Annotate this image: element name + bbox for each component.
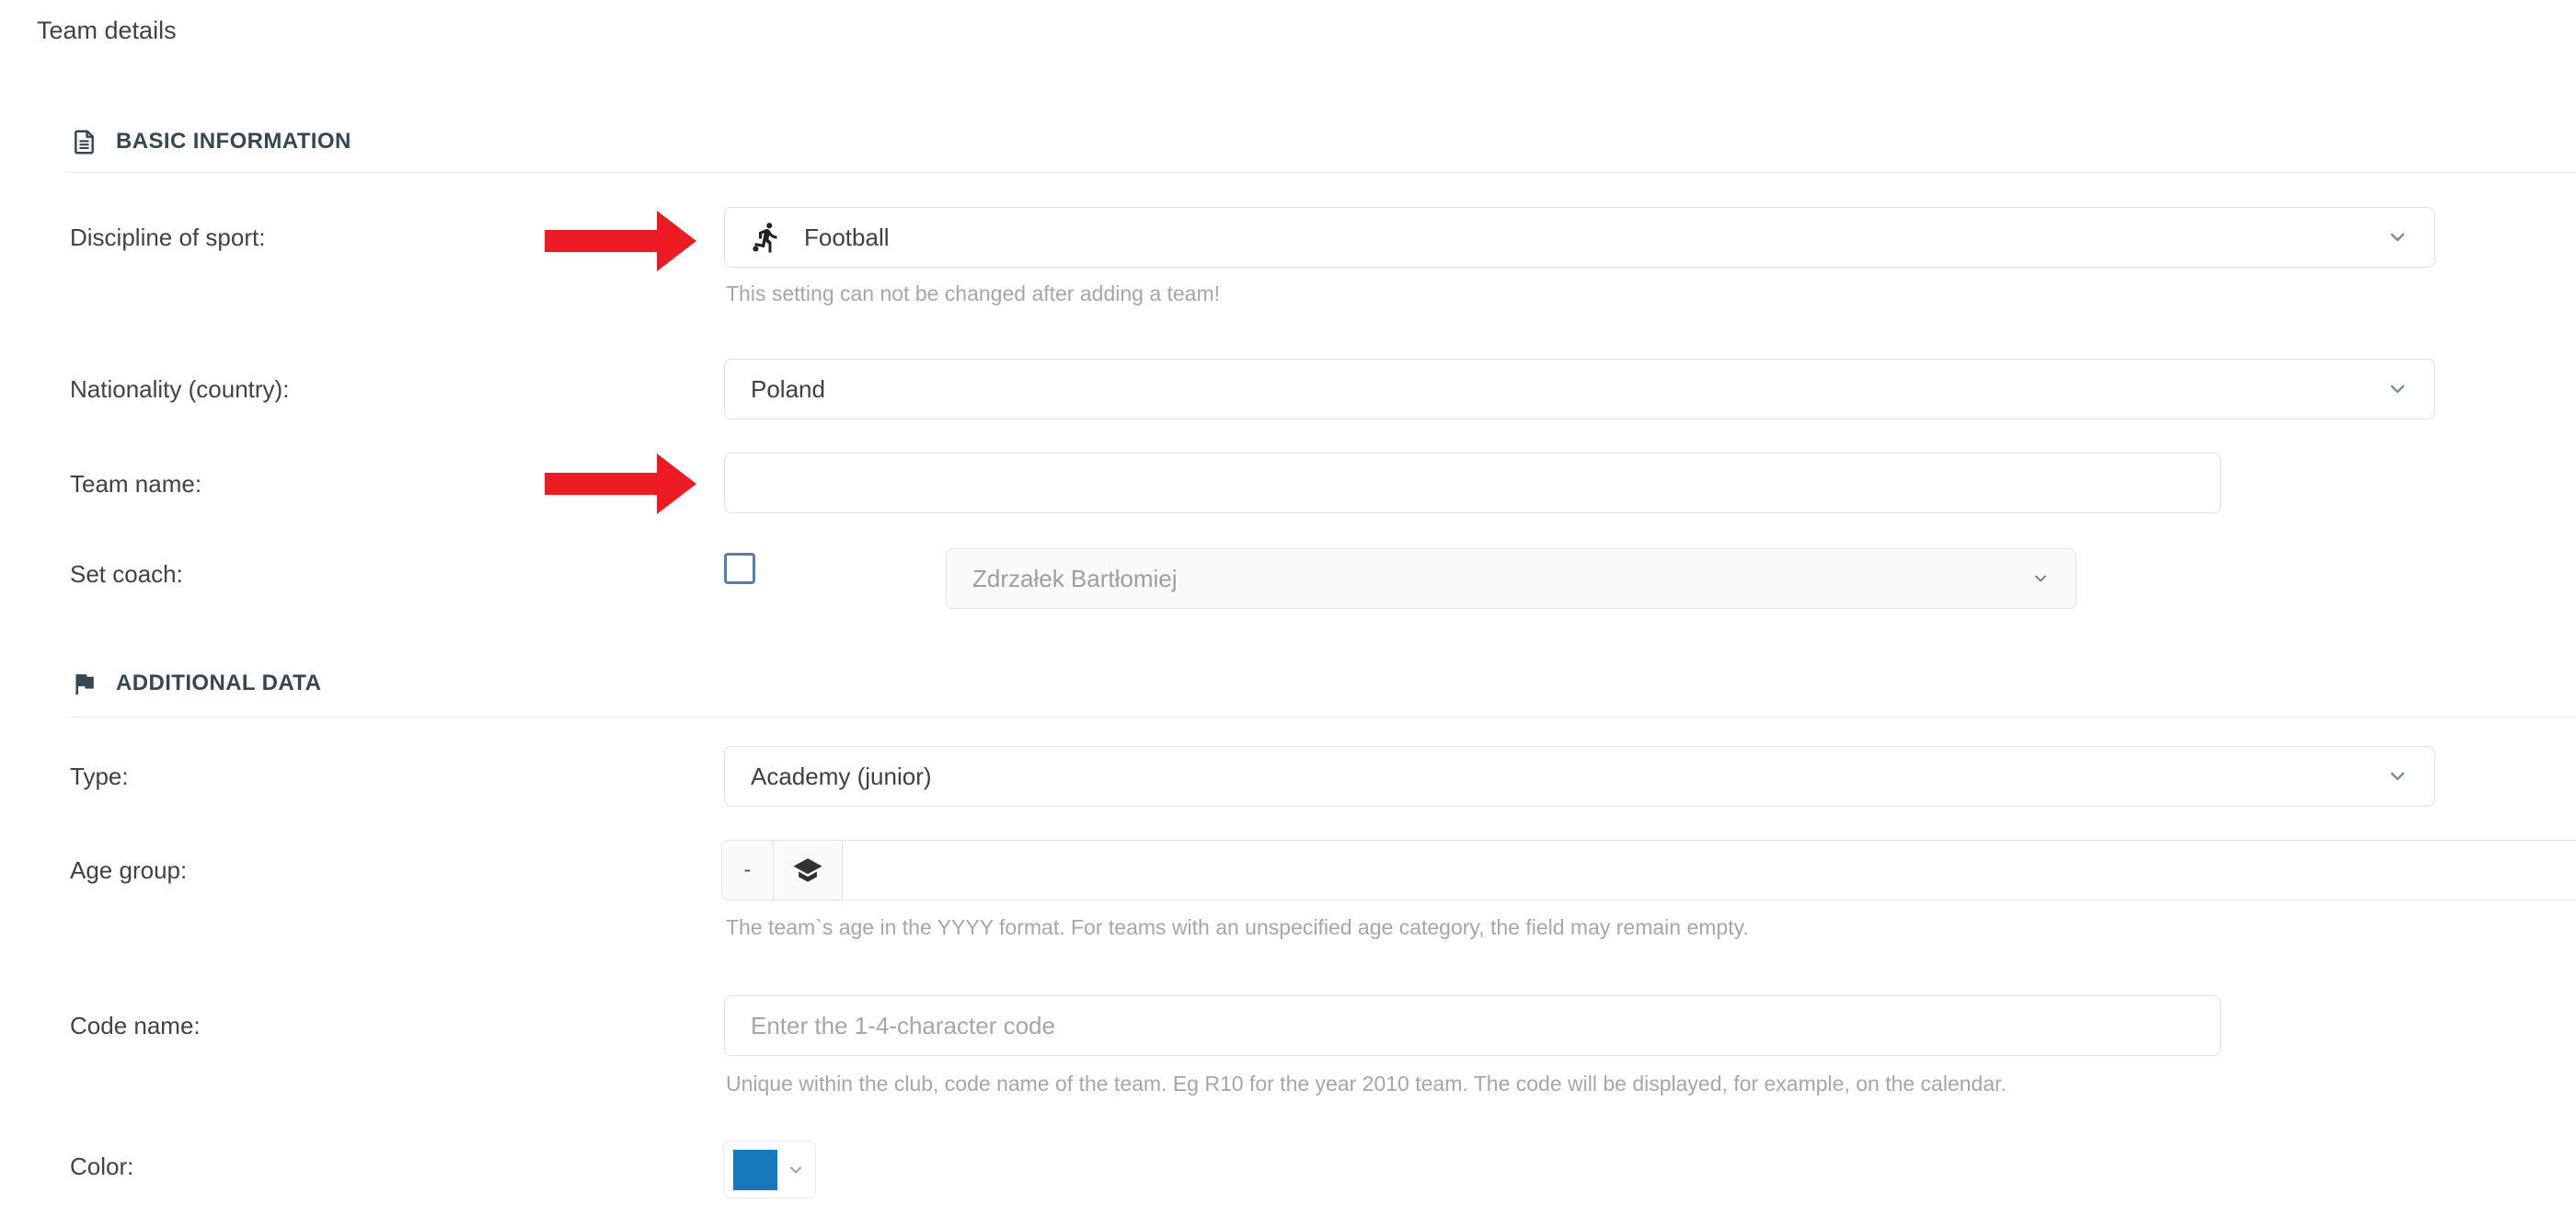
age-group-prefix-value: - [744, 857, 752, 883]
chevron-down-icon [2031, 569, 2050, 588]
age-group-label: Age group: [70, 856, 187, 884]
discipline-value: Football [804, 224, 2386, 252]
section-header-basic-information: BASIC INFORMATION [70, 126, 351, 157]
color-label: Color: [70, 1153, 133, 1180]
chevron-down-icon [2386, 226, 2409, 248]
team-details-page: Team details BASIC INFORMATION Disciplin… [0, 0, 2576, 1216]
chevron-down-icon [787, 1161, 805, 1179]
code-name-helper: Unique within the club, code name of the… [726, 1071, 2007, 1096]
age-group-helper: The team`s age in the YYYY format. For t… [726, 914, 1749, 940]
discipline-helper: This setting can not be changed after ad… [726, 281, 1220, 306]
color-picker-button[interactable] [723, 1141, 816, 1199]
discipline-label: Discipline of sport: [70, 224, 265, 251]
section-divider [67, 172, 2576, 173]
coach-value: Zdrzałek Bartłomiej [972, 565, 2031, 593]
document-icon [70, 128, 98, 156]
section-title: ADDITIONAL DATA [115, 671, 321, 696]
age-group-school-button[interactable] [773, 840, 843, 901]
annotation-arrow-team-name [545, 453, 696, 514]
graduation-cap-icon [792, 855, 823, 886]
football-player-icon [751, 221, 784, 254]
age-group-field: - [721, 840, 2576, 901]
section-header-additional-data: ADDITIONAL DATA [70, 668, 321, 699]
nationality-label: Nationality (country): [70, 375, 289, 403]
team-name-input[interactable] [724, 453, 2221, 513]
nationality-value: Poland [751, 375, 2386, 404]
code-name-input[interactable] [724, 995, 2221, 1056]
age-group-prefix-select[interactable]: - [721, 840, 774, 901]
age-group-input[interactable] [842, 840, 2576, 901]
coach-select[interactable]: Zdrzałek Bartłomiej [946, 548, 2076, 609]
set-coach-label: Set coach: [70, 560, 183, 588]
discipline-select[interactable]: Football [724, 207, 2435, 268]
team-name-label: Team name: [70, 470, 201, 498]
flag-icon [70, 670, 98, 698]
annotation-arrow-discipline [545, 211, 696, 271]
color-swatch [733, 1150, 777, 1190]
type-select[interactable]: Academy (junior) [724, 746, 2435, 807]
page-title: Team details [37, 17, 177, 45]
chevron-down-icon [2386, 378, 2409, 400]
type-value: Academy (junior) [751, 763, 2386, 791]
section-title: BASIC INFORMATION [115, 129, 351, 155]
set-coach-checkbox[interactable] [724, 553, 755, 584]
code-name-label: Code name: [70, 1012, 201, 1039]
type-label: Type: [70, 763, 129, 790]
nationality-select[interactable]: Poland [724, 359, 2435, 419]
chevron-down-icon [2386, 765, 2409, 787]
